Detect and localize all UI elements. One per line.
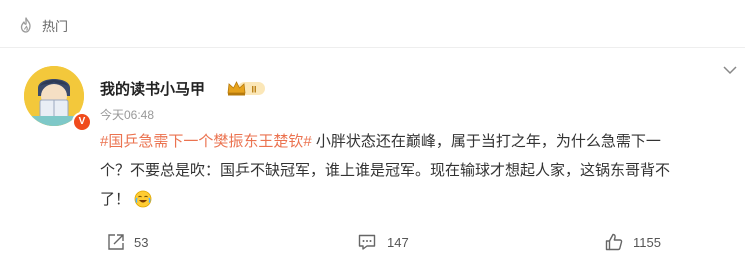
post-text-line2: 个？不要总是吹：国乒不缺冠军，谁上谁是冠军。现在输球才想起人家，这锅东哥背不 — [100, 162, 671, 179]
share-icon — [108, 234, 124, 250]
post-text-line1: 小胖状态还在巅峰，属于当打之年，为什么急需下一 — [311, 133, 661, 150]
comment-icon — [358, 234, 376, 250]
fire-icon — [20, 17, 31, 33]
section-title: 热门 — [42, 19, 69, 34]
crown-member-badge-icon[interactable]: II — [226, 80, 266, 97]
post-timestamp[interactable]: 今天06:48 — [100, 106, 154, 123]
author-name[interactable]: 我的读书小马甲 — [100, 78, 205, 99]
post-text-line3: 了！ — [100, 191, 131, 208]
member-level-text: II — [251, 85, 256, 95]
verified-badge: V — [72, 112, 92, 132]
section-header: 热门 — [0, 0, 745, 48]
like-count: 1155 — [633, 235, 661, 250]
hashtag-link[interactable]: #国乒急需下一个樊振东王楚钦# — [100, 133, 312, 150]
post-body: #国乒急需下一个樊振东王楚钦# 小胖状态还在巅峰，属于当打之年，为什么急需下一 … — [100, 127, 730, 214]
comment-count: 147 — [387, 235, 409, 250]
chevron-down-icon[interactable] — [722, 62, 738, 78]
share-count: 53 — [134, 235, 149, 250]
divider — [0, 47, 745, 48]
thumbs-up-icon — [605, 233, 623, 251]
crying-laughing-emoji-icon — [134, 190, 152, 208]
